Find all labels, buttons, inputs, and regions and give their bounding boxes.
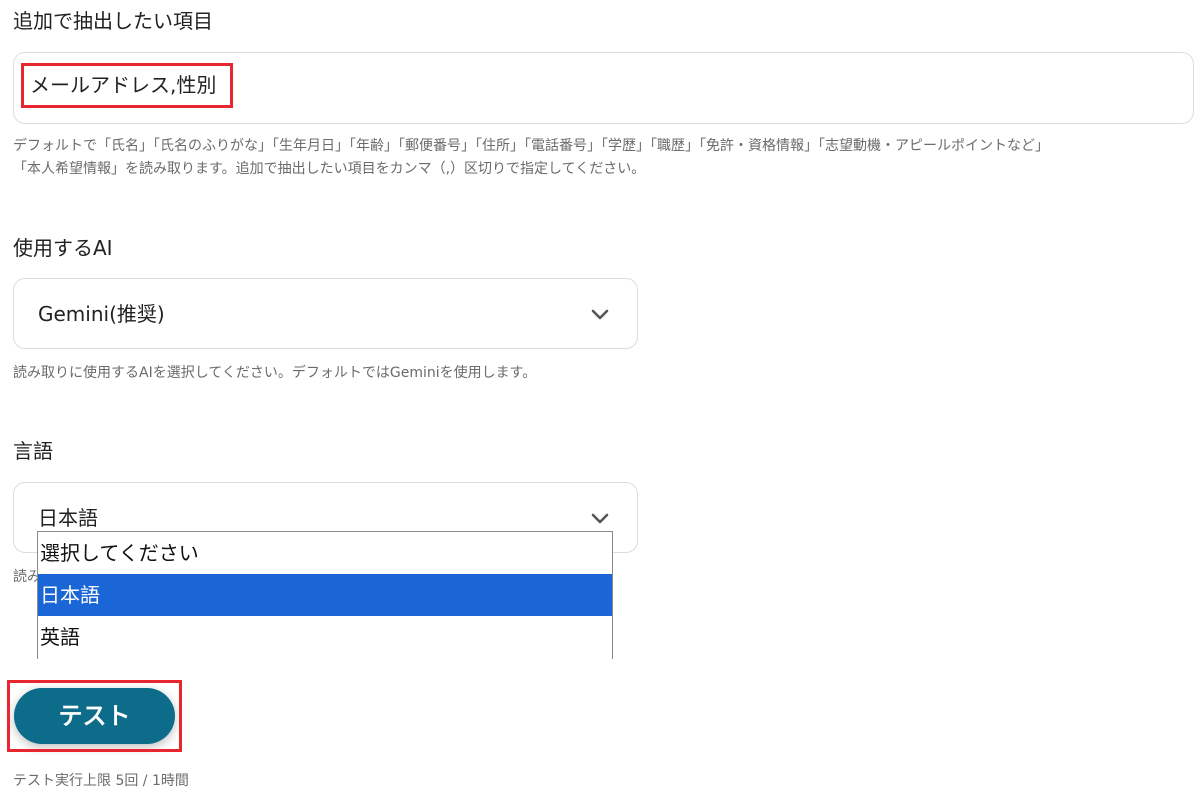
language-option-japanese[interactable]: 日本語 (38, 574, 612, 616)
ai-select[interactable]: Gemini(推奨) (13, 278, 638, 349)
language-option-english[interactable]: 英語 (38, 616, 612, 658)
extract-fields-value: メールアドレス,性別 (30, 73, 217, 97)
chevron-down-icon (591, 309, 609, 320)
ai-select-label: 使用するAI (13, 236, 113, 260)
extract-fields-label: 追加で抽出したい項目 (13, 9, 213, 33)
language-select-value: 日本語 (38, 506, 98, 530)
test-limit-text: テスト実行上限 5回 / 1時間 (13, 773, 189, 789)
ai-select-help: 読み取りに使用するAIを選択してください。デフォルトではGeminiを使用します… (13, 365, 537, 381)
test-button[interactable]: テスト (14, 688, 175, 744)
extract-fields-help-line1: デフォルトで「氏名」「氏名のふりがな」「生年月日」「年齢」「郵便番号」「住所」「… (13, 138, 1049, 154)
ai-select-value: Gemini(推奨) (38, 302, 165, 326)
chevron-down-icon (591, 513, 609, 524)
language-option-placeholder[interactable]: 選択してください (38, 532, 612, 574)
extract-fields-input[interactable]: メールアドレス,性別 (13, 52, 1194, 124)
language-dropdown-list: 選択してください 日本語 英語 (37, 531, 613, 659)
language-select-label: 言語 (13, 439, 53, 463)
extract-fields-help-line2: 「本人希望情報」を読み取ります。追加で抽出したい項目をカンマ（,）区切りで指定し… (13, 161, 646, 177)
